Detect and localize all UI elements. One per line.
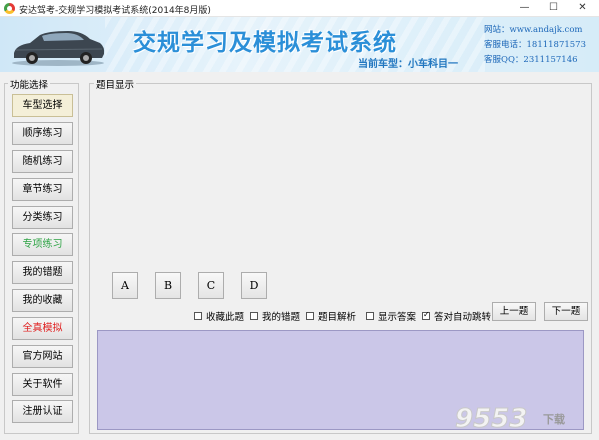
maximize-button[interactable]: ☐	[539, 0, 568, 17]
favorite-question-checkbox[interactable]: 收藏此题	[194, 309, 244, 323]
qq-text: 客服QQ：2311157146	[484, 55, 578, 65]
answer-b-button[interactable]: B	[155, 272, 181, 299]
question-display-legend: 题目显示	[94, 77, 137, 91]
mock-exam-button[interactable]: 全真模拟	[12, 317, 73, 340]
my-mistakes-button[interactable]: 我的错题	[12, 261, 73, 284]
checkbox-label: 收藏此题	[206, 312, 245, 323]
car-type-button[interactable]: 车型选择	[12, 94, 73, 117]
special-practice-button[interactable]: 专项练习	[12, 233, 73, 256]
app-banner-title: 交规学习及模拟考试系统	[133, 29, 397, 56]
function-group-legend: 功能选择	[8, 77, 51, 91]
checkbox-box[interactable]	[366, 312, 374, 320]
my-mistakes-checkbox[interactable]: 我的错题	[250, 309, 300, 323]
register-button[interactable]: 注册认证	[12, 400, 73, 423]
checkbox-label: 答对自动跳转	[434, 312, 492, 323]
checkbox-label: 我的错题	[262, 312, 301, 323]
checkbox-label: 显示答案	[378, 312, 417, 323]
checkbox-box[interactable]	[422, 310, 430, 320]
answer-a-button[interactable]: A	[112, 272, 138, 299]
about-software-button[interactable]: 关于软件	[12, 373, 73, 396]
title-bar: 安达驾考-交规学习模拟考试系统(2014年8月版) — ☐ ✕	[0, 0, 599, 17]
next-question-button[interactable]: 下一题	[544, 302, 588, 321]
current-car-type: 当前车型：小车科目一	[358, 59, 458, 70]
close-button[interactable]: ✕	[568, 0, 597, 17]
my-favorites-button[interactable]: 我的收藏	[12, 289, 73, 312]
window-title: 安达驾考-交规学习模拟考试系统(2014年8月版)	[19, 6, 211, 16]
site-watermark: 9553 下载	[454, 404, 595, 436]
watermark-text: 9553	[454, 404, 528, 435]
category-practice-button[interactable]: 分类练习	[12, 206, 73, 229]
checkbox-box[interactable]	[306, 312, 314, 320]
sequential-practice-button[interactable]: 顺序练习	[12, 122, 73, 145]
official-website-button[interactable]: 官方网站	[12, 345, 73, 368]
answer-c-button[interactable]: C	[198, 272, 224, 299]
header-banner: 交规学习及模拟考试系统 当前车型：小车科目一 网站：www.andajk.com…	[0, 17, 599, 72]
checkbox-label: 题目解析	[318, 312, 357, 323]
auto-advance-checkbox[interactable]: 答对自动跳转	[422, 309, 491, 323]
phone-text: 客服电话：18111871573	[484, 40, 586, 50]
show-answer-checkbox[interactable]: 显示答案	[366, 309, 416, 323]
checkbox-box[interactable]	[250, 312, 258, 320]
chapter-practice-button[interactable]: 章节练习	[12, 178, 73, 201]
minimize-button[interactable]: —	[510, 0, 539, 17]
answer-d-button[interactable]: D	[241, 272, 267, 299]
checkbox-box[interactable]	[194, 312, 202, 320]
website-text: 网站：www.andajk.com	[484, 25, 583, 35]
previous-question-button[interactable]: 上一题	[492, 302, 536, 321]
car-icon	[12, 31, 105, 66]
watermark-sub: 下载	[543, 413, 565, 426]
app-icon	[4, 3, 15, 14]
random-practice-button[interactable]: 随机练习	[12, 150, 73, 173]
question-analysis-checkbox[interactable]: 题目解析	[306, 309, 356, 323]
